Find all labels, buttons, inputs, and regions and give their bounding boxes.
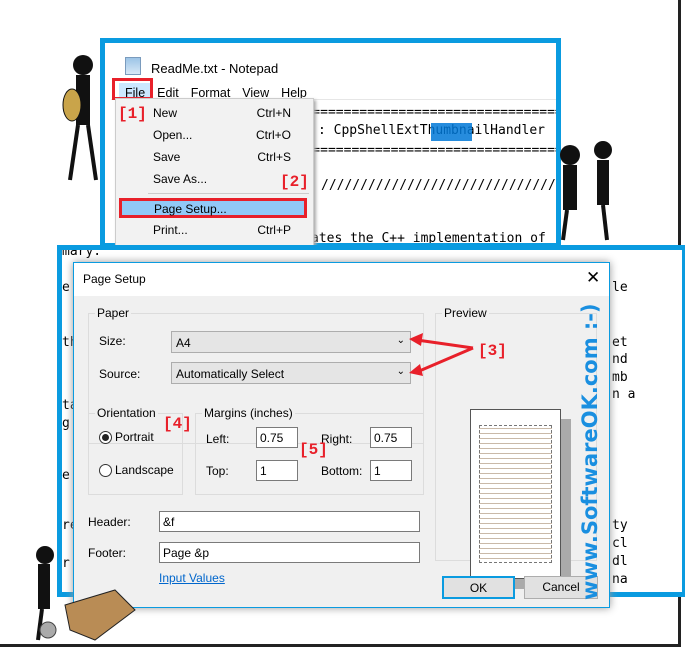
shortcut: Ctrl+P	[257, 223, 291, 237]
source-value: Automatically Select	[176, 367, 285, 381]
watermark: www.SoftwareOK.com :-)	[578, 303, 602, 600]
preview-text-area	[479, 425, 552, 563]
dialog-title: Page Setup	[83, 272, 146, 286]
text-selection	[431, 123, 472, 141]
menu-item-save[interactable]: Save	[153, 150, 180, 164]
text-line: cl	[612, 536, 628, 551]
dialog-title-bar: Page Setup ✕	[74, 263, 609, 296]
annotation-3: [3]	[478, 342, 507, 360]
text-line: nd	[612, 352, 628, 367]
left-label: Left:	[206, 432, 230, 446]
chevron-down-icon: ⌄	[396, 335, 405, 346]
menu-item-page-setup[interactable]: Page Setup...	[119, 198, 307, 218]
right-margin-input[interactable]: 0.75	[370, 427, 412, 448]
shortcut: Ctrl+S	[257, 150, 291, 164]
menu-separator	[148, 193, 309, 194]
header-input[interactable]: &f	[159, 511, 420, 532]
text-line: le	[612, 280, 628, 295]
chevron-down-icon: ⌄	[396, 366, 405, 377]
group-label: Paper	[95, 306, 132, 320]
size-label: Size:	[99, 334, 126, 348]
portrait-label: Portrait	[115, 430, 154, 444]
ok-button[interactable]: OK	[442, 576, 515, 599]
text-line: ty	[612, 518, 628, 533]
text-line: e	[62, 280, 70, 295]
text-line: dl	[612, 554, 628, 569]
menu-item-open[interactable]: Open...	[153, 128, 192, 142]
annotation-5: [5]	[299, 441, 328, 459]
text-line: ////////////////////////////////////////…	[321, 178, 561, 193]
text-line: ates the C++ implementation of	[311, 231, 546, 246]
header-label: Header:	[88, 515, 131, 529]
text-line: ========================================…	[281, 143, 556, 158]
landscape-label: Landscape	[115, 463, 174, 477]
cartoon-figure-box	[36, 546, 136, 641]
notepad-icon	[125, 57, 141, 75]
shortcut: Ctrl+O	[255, 128, 291, 142]
menu-item-new[interactable]: New	[153, 106, 177, 120]
annotation-2: [2]	[280, 173, 309, 191]
file-menu-highlight-box	[112, 78, 153, 100]
window-title: ReadMe.txt - Notepad	[151, 61, 279, 76]
annotation-1: [1]	[118, 105, 147, 123]
text-line: g	[62, 416, 70, 431]
top-label: Top:	[206, 464, 229, 478]
group-label: Preview	[442, 306, 489, 320]
shortcut: Ctrl+N	[256, 106, 291, 120]
cartoon-figure-left	[62, 55, 98, 181]
top-margin-input[interactable]: 1	[256, 460, 298, 481]
text-line: et	[612, 335, 628, 350]
text-line: n a	[612, 387, 636, 402]
cartoon-figures-right	[560, 141, 612, 241]
source-select[interactable]: Automatically Select ⌄	[171, 362, 411, 384]
group-label: Orientation	[95, 406, 158, 420]
annotation-4: [4]	[163, 415, 192, 433]
menu-item-label: Page Setup...	[154, 202, 227, 216]
size-value: A4	[176, 336, 191, 350]
bottom-label: Bottom:	[321, 464, 363, 478]
text-line: na	[612, 572, 628, 587]
input-values-link[interactable]: Input Values	[159, 571, 225, 585]
portrait-radio[interactable]	[99, 431, 112, 444]
footer-input[interactable]: Page &p	[159, 542, 420, 563]
close-icon[interactable]: ✕	[586, 268, 600, 288]
preview-page	[470, 409, 561, 579]
menu-item-print[interactable]: Print...	[153, 223, 188, 237]
landscape-radio[interactable]	[99, 464, 112, 477]
size-select[interactable]: A4 ⌄	[171, 331, 411, 353]
menu-item-save-as[interactable]: Save As...	[153, 172, 207, 186]
source-label: Source:	[99, 367, 141, 381]
text-line: mary.	[62, 245, 102, 259]
group-label: Margins (inches)	[202, 406, 295, 420]
bottom-margin-input[interactable]: 1	[370, 460, 412, 481]
left-margin-input[interactable]: 0.75	[256, 427, 298, 448]
text-line: e	[62, 468, 70, 483]
annotation-arrows	[409, 333, 474, 376]
text-line: ========================================…	[281, 105, 556, 120]
text-line: mb	[612, 370, 628, 385]
page-setup-dialog: Page Setup ✕ Paper Size: A4 ⌄ Source: Aut…	[73, 262, 610, 608]
